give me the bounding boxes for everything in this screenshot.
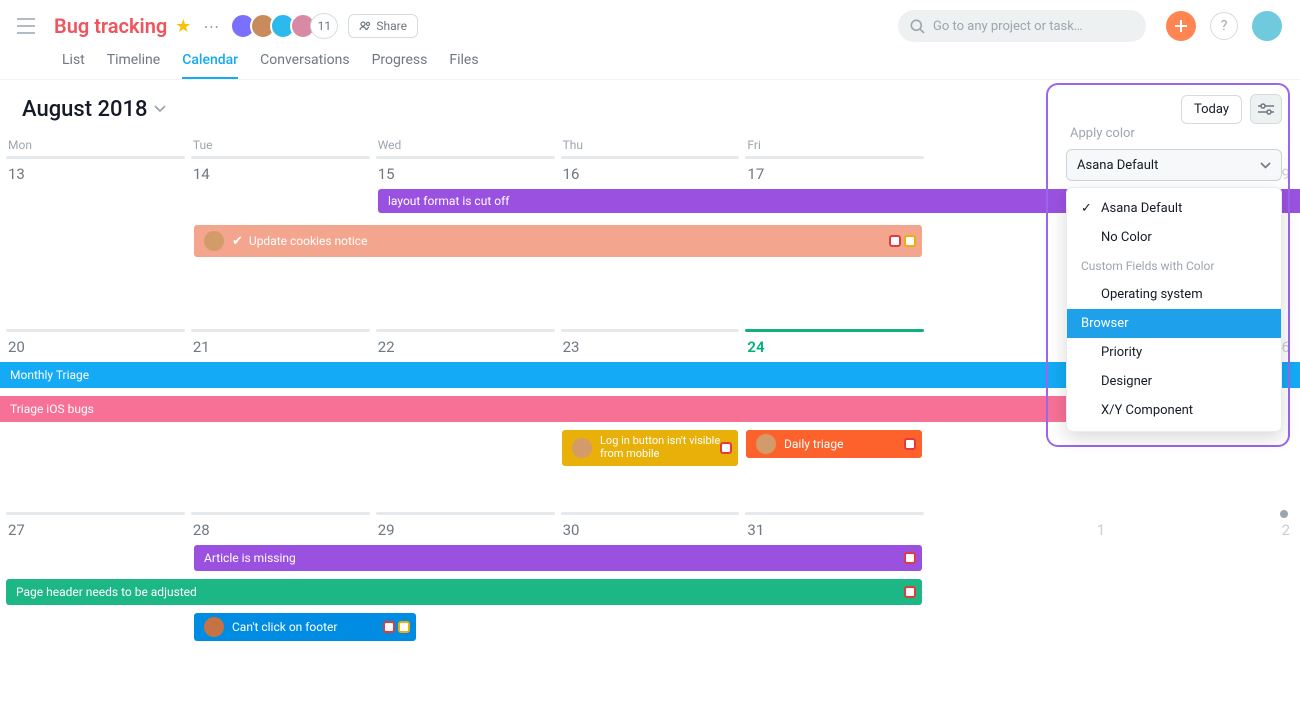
star-icon[interactable]: ★ xyxy=(175,16,191,37)
date-cell[interactable]: 22 xyxy=(376,338,555,356)
field-badge xyxy=(398,621,410,633)
date-cell[interactable]: 29 xyxy=(376,521,555,539)
event-pill[interactable]: Log in button isn't visible from mobile xyxy=(562,430,738,466)
event-pill[interactable]: Article is missing xyxy=(194,545,922,571)
help-button[interactable]: ? xyxy=(1210,12,1238,40)
date-cell[interactable]: 30 xyxy=(561,521,740,539)
event-title: Triage iOS bugs xyxy=(10,402,94,416)
color-popover: Apply color Asana Default Asana Default … xyxy=(1066,126,1282,432)
tab-files[interactable]: Files xyxy=(449,52,478,79)
my-avatar[interactable] xyxy=(1252,11,1282,41)
chevron-down-icon xyxy=(1260,162,1271,169)
popover-heading: Apply color xyxy=(1066,126,1282,141)
plus-icon xyxy=(1174,19,1188,33)
date-cell[interactable]: 20 xyxy=(6,338,185,356)
search-placeholder: Go to any project or task… xyxy=(933,19,1083,34)
date-cell-today[interactable]: 24 xyxy=(745,338,924,356)
calendar-week: 27 28 29 30 31 1 2 Article is missing Pa… xyxy=(0,512,1300,665)
tab-progress[interactable]: Progress xyxy=(372,52,428,79)
member-count[interactable]: 11 xyxy=(310,13,338,39)
date-cell[interactable]: 15 xyxy=(376,165,555,183)
sliders-icon xyxy=(1258,103,1274,115)
share-button[interactable]: Share xyxy=(348,14,418,38)
select-value: Asana Default xyxy=(1077,158,1158,173)
event-title: Daily triage xyxy=(784,437,843,451)
date-cell[interactable]: 16 xyxy=(561,165,740,183)
date-cell[interactable]: 27 xyxy=(6,521,185,539)
event-title: Page header needs to be adjusted xyxy=(16,585,197,599)
event-title: Log in button isn't visible from mobile xyxy=(600,435,728,460)
tab-timeline[interactable]: Timeline xyxy=(107,52,160,79)
project-actions-menu[interactable]: ⋯ xyxy=(203,17,220,36)
menu-button[interactable] xyxy=(14,14,38,38)
dropdown-option[interactable]: Asana Default xyxy=(1067,194,1281,223)
view-options-button[interactable] xyxy=(1250,94,1282,124)
event-title: Monthly Triage xyxy=(10,368,89,382)
dropdown-option[interactable]: Designer xyxy=(1067,367,1281,396)
event-pill[interactable]: Daily triage xyxy=(746,430,922,458)
event-pill[interactable]: Can't click on footer xyxy=(194,613,416,641)
date-cell[interactable]: 1 xyxy=(930,521,1109,539)
search-input[interactable]: Go to any project or task… xyxy=(898,10,1146,42)
assignee-avatar xyxy=(204,617,224,637)
month-label: August 2018 xyxy=(22,97,148,122)
tab-conversations[interactable]: Conversations xyxy=(260,52,349,79)
people-icon xyxy=(359,21,371,31)
field-badge xyxy=(889,235,901,247)
color-dropdown: Asana Default No Color Custom Fields wit… xyxy=(1066,187,1282,432)
project-title: Bug tracking xyxy=(54,14,167,38)
color-select[interactable]: Asana Default xyxy=(1066,149,1282,181)
field-badge xyxy=(383,621,395,633)
chevron-down-icon xyxy=(154,105,166,113)
event-title: layout format is cut off xyxy=(388,194,509,208)
assignee-avatar xyxy=(756,434,776,454)
date-cell[interactable]: 2 xyxy=(1115,521,1294,539)
field-badge xyxy=(904,438,916,450)
member-avatars[interactable]: 11 xyxy=(236,13,338,39)
field-badge xyxy=(904,586,916,598)
dropdown-option[interactable]: Operating system xyxy=(1067,280,1281,309)
assignee-avatar xyxy=(204,231,224,251)
date-cell[interactable]: 23 xyxy=(561,338,740,356)
add-button[interactable] xyxy=(1166,11,1196,41)
event-title: Can't click on footer xyxy=(232,620,337,634)
field-badge xyxy=(904,235,916,247)
event-pill[interactable]: ✔ Update cookies notice xyxy=(194,225,922,257)
date-cell[interactable]: 21 xyxy=(191,338,370,356)
field-badge xyxy=(904,552,916,564)
today-button[interactable]: Today xyxy=(1181,95,1242,124)
share-label: Share xyxy=(376,19,407,33)
tab-calendar[interactable]: Calendar xyxy=(182,52,238,79)
dropdown-heading: Custom Fields with Color xyxy=(1067,252,1281,280)
assignee-avatar xyxy=(572,438,592,458)
event-pill[interactable]: Page header needs to be adjusted xyxy=(6,579,922,605)
search-icon xyxy=(910,19,925,34)
month-picker[interactable]: August 2018 xyxy=(22,97,166,122)
field-badge xyxy=(720,442,732,454)
dropdown-option[interactable]: Priority xyxy=(1067,338,1281,367)
date-cell[interactable]: 31 xyxy=(745,521,924,539)
date-cell[interactable]: 17 xyxy=(745,165,924,183)
event-title: Update cookies notice xyxy=(249,234,368,248)
dropdown-option[interactable]: X/Y Component xyxy=(1067,396,1281,425)
event-pill[interactable]: Triage iOS bugs xyxy=(0,396,1208,422)
dropdown-option[interactable]: No Color xyxy=(1067,223,1281,252)
view-tabs: List Timeline Calendar Conversations Pro… xyxy=(0,42,1300,79)
tab-list[interactable]: List xyxy=(62,52,85,79)
date-cell[interactable]: 13 xyxy=(6,165,185,183)
date-cell[interactable]: 28 xyxy=(191,521,370,539)
event-title: Article is missing xyxy=(204,551,296,565)
dropdown-option[interactable]: Browser xyxy=(1067,309,1281,338)
date-cell[interactable]: 14 xyxy=(191,165,370,183)
check-icon: ✔ xyxy=(232,234,243,249)
